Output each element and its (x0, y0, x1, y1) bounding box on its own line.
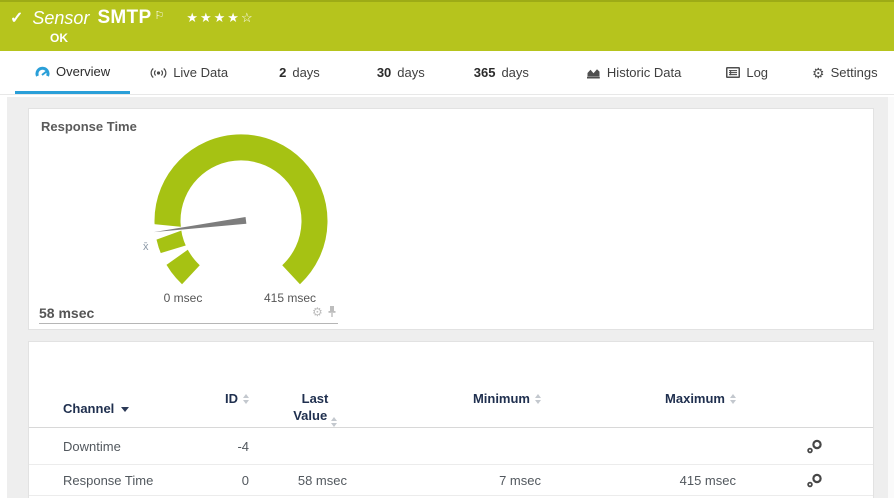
cell-id: 0 (213, 473, 249, 488)
tab-number: 365 (474, 65, 496, 80)
tab-log[interactable]: Log (706, 51, 788, 94)
table-row[interactable]: Downtime -4 (29, 428, 873, 465)
column-header-minimum[interactable]: Minimum (347, 390, 541, 427)
tab-label: Settings (831, 65, 878, 80)
tab-365-days[interactable]: 365 days (454, 51, 549, 94)
cell-minimum: 7 msec (347, 473, 541, 488)
tab-number: 30 (377, 65, 391, 80)
column-label: ID (225, 390, 238, 407)
gear-icon[interactable]: ⚙ (312, 306, 323, 318)
tab-label: days (397, 65, 424, 80)
gauge-icon (35, 65, 50, 78)
live-icon (150, 67, 167, 79)
channels-table-panel: Channel ID Last Value Minimum Maximum (28, 341, 874, 498)
cell-channel[interactable]: Downtime (63, 439, 213, 454)
cell-id: -4 (213, 439, 249, 454)
column-label: Minimum (473, 390, 530, 407)
ok-check-icon: ✓ (10, 8, 23, 28)
priority-stars[interactable]: ★★★★☆ (186, 10, 254, 26)
tab-30-days[interactable]: 30 days (357, 51, 445, 94)
gear-icon: ⚙ (812, 66, 825, 80)
tab-label: days (292, 65, 319, 80)
column-header-actions (736, 390, 873, 427)
stars-filled: ★★★★ (186, 10, 241, 25)
cell-last-value: 58 msec (249, 473, 347, 488)
column-header-maximum[interactable]: Maximum (541, 390, 736, 427)
table-row[interactable]: Response Time 0 58 msec 7 msec 415 msec (29, 465, 873, 496)
pin-icon[interactable] (327, 305, 337, 318)
column-header-id[interactable]: ID (213, 390, 249, 427)
flag-icon[interactable]: ⚐ (154, 9, 164, 22)
mean-marker-label: x̄ (143, 241, 149, 253)
tab-number: 2 (279, 65, 286, 80)
sensor-header: ✓ Sensor SMTP ⚐ ★★★★☆ OK (0, 0, 894, 51)
tab-label: Log (746, 65, 768, 80)
gauge-ring (168, 147, 315, 274)
cell-actions (736, 439, 873, 454)
response-time-gauge (29, 109, 369, 294)
tab-label: days (501, 65, 528, 80)
area-chart-icon (586, 67, 601, 79)
tab-settings[interactable]: ⚙ Settings (792, 51, 894, 94)
column-header-channel[interactable]: Channel (63, 390, 213, 427)
sort-toggle-icon (331, 417, 337, 427)
gauge-min-label: 0 msec (153, 291, 213, 305)
tab-label: Historic Data (607, 65, 681, 80)
gauge-current-value: 58 msec (39, 305, 94, 321)
sensor-name: SMTP (97, 7, 151, 29)
sensor-status-badge: OK (50, 31, 894, 45)
channel-settings-icon[interactable] (806, 473, 823, 488)
gauge-max-label: 415 msec (255, 291, 325, 305)
log-icon (726, 67, 740, 78)
tab-label: Live Data (173, 65, 228, 80)
cell-actions (736, 473, 873, 488)
cell-channel[interactable]: Response Time (63, 473, 213, 488)
overview-gauge-panel: Response Time x̄ 0 msec 415 msec (28, 108, 874, 330)
cell-maximum: 415 msec (541, 473, 736, 488)
tab-historic-data[interactable]: Historic Data (566, 51, 701, 94)
tab-2-days[interactable]: 2 days (259, 51, 340, 94)
table-header-row: Channel ID Last Value Minimum Maximum (29, 342, 873, 428)
tab-label: Overview (56, 64, 110, 79)
content-area: Response Time x̄ 0 msec 415 msec (0, 97, 894, 498)
column-header-last-value[interactable]: Last Value (249, 390, 347, 427)
tab-bar: Overview Live Data 2 days 30 days 365 da… (0, 51, 894, 95)
gauge-footer-divider (39, 323, 338, 324)
tab-live-data[interactable]: Live Data (130, 51, 248, 94)
tab-overview[interactable]: Overview (15, 51, 130, 94)
sensor-title-prefix: Sensor (32, 8, 89, 29)
sensor-title-row: ✓ Sensor SMTP ⚐ ★★★★☆ (0, 2, 894, 29)
gauge-tools: ⚙ (312, 305, 337, 318)
column-label: Last Value (293, 391, 328, 423)
channel-settings-icon[interactable] (806, 439, 823, 454)
column-label: Maximum (665, 390, 725, 407)
prtg-sensor-page: ✓ Sensor SMTP ⚐ ★★★★☆ OK Overview Live (0, 0, 894, 498)
column-label: Channel (63, 400, 114, 417)
star-empty: ☆ (241, 10, 255, 25)
sort-descending-icon (121, 407, 129, 412)
